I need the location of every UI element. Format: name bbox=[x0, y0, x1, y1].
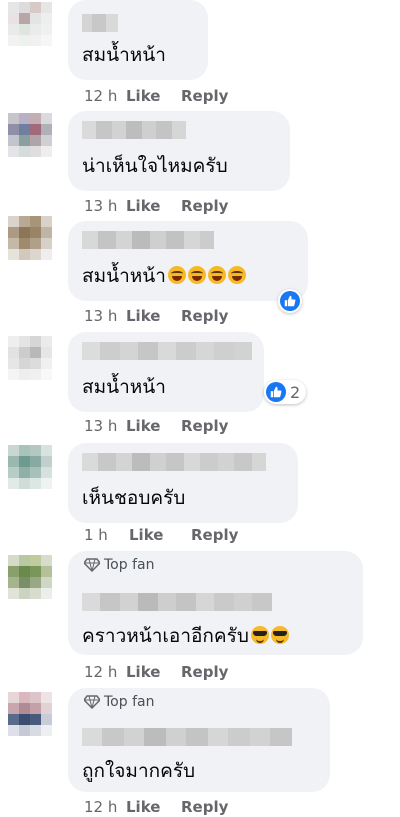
comment-bubble: สมน้ำหน้า bbox=[68, 221, 308, 301]
comment-text: สมน้ำหน้า bbox=[82, 44, 166, 66]
like-button[interactable]: Like bbox=[129, 526, 191, 544]
comment-actions: 13 h Like Reply bbox=[84, 307, 228, 325]
comment-text-value: สมน้ำหน้า bbox=[82, 265, 166, 287]
comment-time[interactable]: 13 h bbox=[84, 417, 126, 435]
sunglasses-face-icon bbox=[250, 626, 269, 644]
commenter-name-blurred[interactable] bbox=[82, 728, 292, 746]
like-icon bbox=[266, 382, 286, 402]
avatar[interactable] bbox=[8, 113, 52, 157]
comment-time[interactable]: 13 h bbox=[84, 307, 126, 325]
commenter-name-blurred[interactable] bbox=[82, 453, 266, 471]
reaction-summary[interactable]: 2 bbox=[264, 380, 307, 404]
like-button[interactable]: Like bbox=[126, 798, 181, 816]
comment-time[interactable]: 12 h bbox=[84, 663, 126, 681]
laughing-face-icon bbox=[227, 266, 246, 284]
avatar[interactable] bbox=[8, 216, 52, 260]
avatar[interactable] bbox=[8, 2, 52, 46]
commenter-name-blurred[interactable] bbox=[82, 231, 214, 249]
like-button[interactable]: Like bbox=[126, 417, 181, 435]
laughing-face-icon bbox=[187, 266, 206, 284]
comment-actions: 1 h Like Reply bbox=[84, 526, 238, 544]
avatar[interactable] bbox=[8, 445, 52, 489]
comment-bubble: เห็นชอบครับ bbox=[68, 443, 298, 523]
diamond-icon bbox=[84, 558, 100, 572]
comment-text: คราวหน้าเอาอีกครับ bbox=[82, 621, 289, 651]
reaction-summary[interactable] bbox=[278, 289, 302, 313]
comment-actions: 12 h Like Reply bbox=[84, 663, 228, 681]
top-fan-badge[interactable]: Top fan bbox=[84, 557, 154, 573]
like-button[interactable]: Like bbox=[126, 197, 181, 215]
comment-bubble: Top fan คราวหน้าเอาอีกครับ bbox=[68, 551, 363, 655]
reply-button[interactable]: Reply bbox=[181, 307, 228, 325]
reply-button[interactable]: Reply bbox=[181, 663, 228, 681]
reply-button[interactable]: Reply bbox=[181, 197, 228, 215]
comment-text-value: คราวหน้าเอาอีกครับ bbox=[82, 625, 249, 647]
comment-actions: 12 h Like Reply bbox=[84, 798, 228, 816]
sunglasses-face-icon bbox=[270, 626, 289, 644]
like-button[interactable]: Like bbox=[126, 663, 181, 681]
avatar[interactable] bbox=[8, 692, 52, 736]
reply-button[interactable]: Reply bbox=[181, 417, 228, 435]
avatar[interactable] bbox=[8, 555, 52, 599]
comment-text: เห็นชอบครับ bbox=[82, 487, 186, 509]
comment-text: สมน้ำหน้า bbox=[82, 261, 246, 291]
comment-actions: 13 h Like Reply bbox=[84, 197, 228, 215]
diamond-icon bbox=[84, 695, 100, 709]
comment-bubble: Top fan ถูกใจมากครับ bbox=[68, 688, 330, 792]
comment-actions: 13 h Like Reply bbox=[84, 417, 228, 435]
like-button[interactable]: Like bbox=[126, 307, 181, 325]
comment-text: ถูกใจมากครับ bbox=[82, 760, 196, 782]
like-button[interactable]: Like bbox=[126, 87, 181, 105]
laughing-face-icon bbox=[167, 266, 186, 284]
comment-bubble: สมน้ำหน้า bbox=[68, 332, 264, 412]
top-fan-label: Top fan bbox=[104, 694, 155, 710]
top-fan-badge[interactable]: Top fan bbox=[84, 694, 154, 710]
comment-time[interactable]: 12 h bbox=[84, 87, 126, 105]
commenter-name-blurred[interactable] bbox=[82, 593, 272, 611]
reply-button[interactable]: Reply bbox=[181, 87, 228, 105]
comment-time[interactable]: 12 h bbox=[84, 798, 126, 816]
reply-button[interactable]: Reply bbox=[181, 798, 228, 816]
commenter-name-blurred[interactable] bbox=[82, 342, 252, 360]
comment-bubble: น่าเห็นใจไหมครับ bbox=[68, 111, 290, 191]
comment-text: สมน้ำหน้า bbox=[82, 376, 166, 398]
like-icon bbox=[280, 291, 300, 311]
top-fan-label: Top fan bbox=[104, 557, 155, 573]
laughing-face-icon bbox=[207, 266, 226, 284]
comment-actions: 12 h Like Reply bbox=[84, 87, 228, 105]
comment-bubble: สมน้ำหน้า bbox=[68, 0, 208, 80]
comment-time[interactable]: 1 h bbox=[84, 526, 129, 544]
reply-button[interactable]: Reply bbox=[191, 526, 238, 544]
commenter-name-blurred[interactable] bbox=[82, 14, 118, 32]
reaction-count: 2 bbox=[290, 382, 301, 402]
avatar[interactable] bbox=[8, 336, 52, 380]
comment-time[interactable]: 13 h bbox=[84, 197, 126, 215]
commenter-name-blurred[interactable] bbox=[82, 121, 186, 139]
comment-text: น่าเห็นใจไหมครับ bbox=[82, 155, 228, 177]
